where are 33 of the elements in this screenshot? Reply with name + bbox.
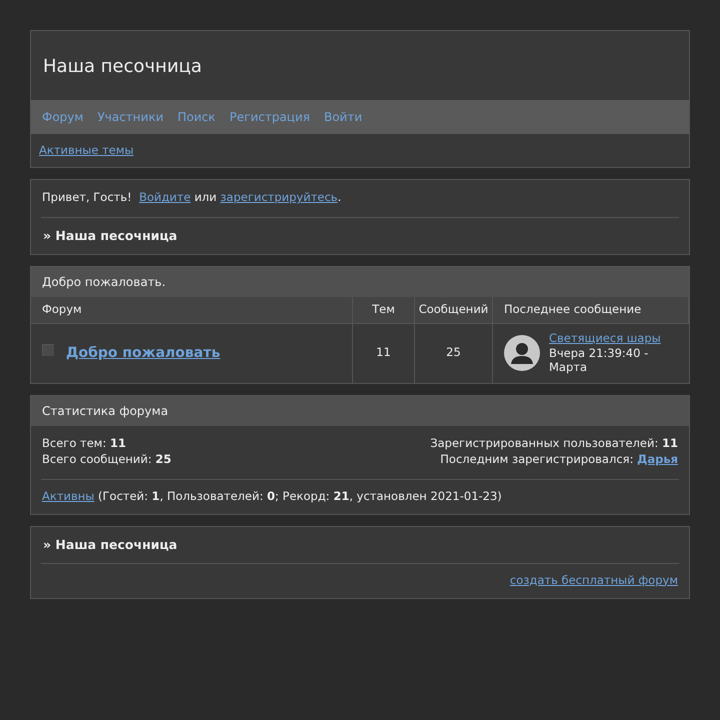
text-link[interactable]: зарегистрируйтесь	[220, 190, 338, 204]
forum-title: Наша песочница	[42, 55, 203, 79]
avatar-icon	[504, 335, 540, 371]
table-cell-text: 25	[446, 344, 461, 362]
breadcrumb: » Наша песочница	[42, 536, 178, 554]
stat-text: Всего сообщений: 25	[42, 450, 172, 467]
nav-link[interactable]: Войти	[324, 108, 362, 126]
stat-text: Последним зарегистрировался: Дарья	[439, 450, 678, 467]
column-header: Сообщений	[415, 297, 493, 324]
nav-link[interactable]: Регистрация	[230, 108, 310, 126]
stat-text: Зарегистрированных пользователей: 11	[430, 434, 678, 451]
post-time: Вчера 21:39:40 - Марта	[549, 346, 650, 376]
table-cell-text: 11	[376, 344, 391, 362]
breadcrumb: » Наша песочница	[42, 226, 178, 244]
section-header: Добро пожаловать.	[31, 267, 689, 298]
section-header: Статистика форума	[31, 396, 689, 426]
nav-link[interactable]: Поиск	[178, 108, 216, 126]
active-topics-link[interactable]: Активные темы	[39, 143, 134, 157]
column-header: Тем	[353, 297, 415, 324]
text-link[interactable]: Активны	[42, 488, 94, 503]
nav-link[interactable]: Участники	[97, 108, 164, 126]
column-header: Последнее сообщение	[493, 297, 689, 324]
forum-link[interactable]: Добро пожаловать	[66, 342, 220, 364]
forum-status-icon	[42, 344, 54, 356]
online-text: Активны (Гостей: 1, Пользователей: 0; Рекорд: 21, установлен 2021-01-23)	[41, 488, 503, 505]
nav-link[interactable]: Форум	[42, 108, 84, 126]
user-link[interactable]: Дарья	[637, 452, 678, 466]
stat-text: Всего тем: 11	[42, 434, 128, 451]
text-link[interactable]: Войдите	[139, 190, 191, 204]
post-link[interactable]: Светящиеся шары	[549, 330, 661, 346]
greeting-text: Привет, Гость! Войдите или зарегистрируйтесь.	[41, 189, 342, 206]
column-header: Форум	[31, 297, 353, 324]
create-forum-link[interactable]: создать бесплатный форум	[510, 572, 678, 587]
